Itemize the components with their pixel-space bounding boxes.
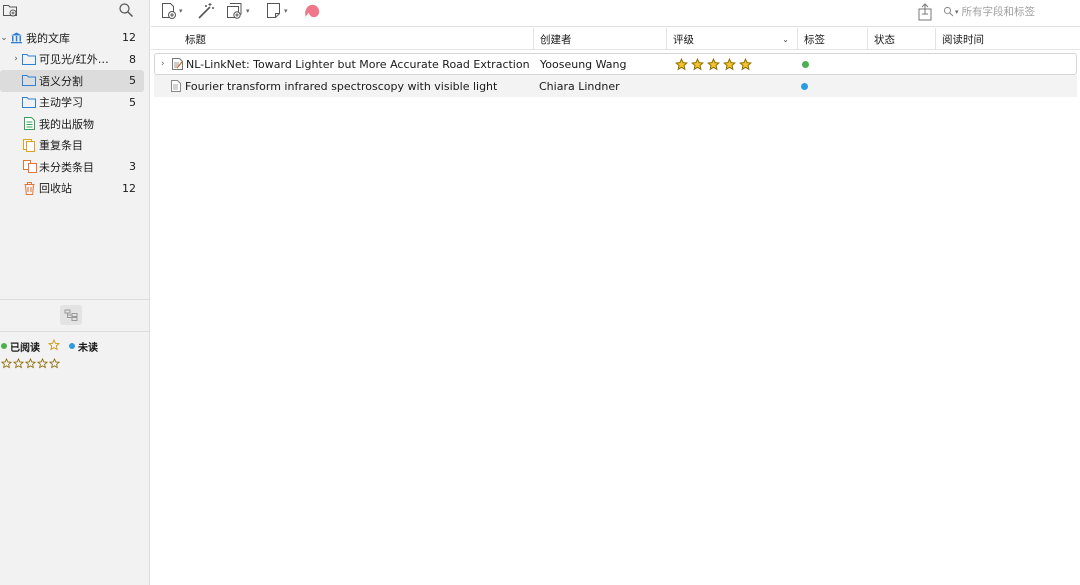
items-list: › NL-LinkNet: Toward Lighter but More Ac… (151, 53, 1080, 97)
tag-color-dot (1, 343, 7, 349)
tree-item-count: 12 (122, 181, 136, 195)
add-by-identifier-button[interactable] (197, 2, 215, 20)
trash-icon (24, 181, 35, 198)
column-header-title[interactable]: 标题 (179, 28, 534, 50)
column-header-creator[interactable]: 创建者 (534, 28, 667, 50)
chevron-down-icon: ▾ (179, 7, 183, 15)
tree-item-count: 5 (129, 95, 136, 109)
tree-item-label: 主动学习 (39, 96, 83, 110)
chevron-down-icon: ⌄ (782, 34, 789, 44)
item-creator: Chiara Lindner (539, 79, 620, 93)
item-title: Fourier transform infrared spectroscopy … (185, 79, 498, 93)
star-icon[interactable] (49, 358, 60, 369)
items-toolbar: ▾ ▾ ▾ ▾ (151, 0, 1080, 27)
tree-item-unfiled[interactable]: 未分类条目 3 (0, 156, 150, 178)
column-header-rating[interactable]: 评级 ⌄ (667, 28, 798, 50)
publications-icon (24, 117, 35, 133)
tree-item-visible-infrared[interactable]: › 可见光/红外融... 8 (0, 49, 150, 71)
chevron-right-icon[interactable]: › (12, 54, 20, 64)
document-icon (171, 75, 181, 97)
tree-item-label: 可见光/红外融... (39, 53, 119, 67)
item-title: NL-LinkNet: Toward Lighter but More Accu… (186, 57, 531, 71)
chevron-down-icon[interactable]: ⌄ (0, 33, 8, 43)
tag-selector-splitter (0, 299, 150, 332)
star-icon[interactable] (47, 338, 61, 354)
zotero-window: ⌄ 我的文库 12 › 可见光/红外融... 8 语义分割 5 主动学习 5 我… (0, 0, 1080, 585)
tree-item-label: 我的出版物 (39, 117, 94, 131)
tree-item-my-library[interactable]: ⌄ 我的文库 12 (0, 27, 150, 49)
new-item-button[interactable]: ▾ (161, 2, 183, 20)
tree-item-label: 未分类条目 (39, 160, 94, 174)
new-collection-icon[interactable] (2, 2, 18, 21)
chevron-down-icon: ▾ (284, 7, 288, 15)
column-header-label: 评级 (673, 33, 694, 46)
tag-unread[interactable]: 未读 (78, 339, 98, 354)
column-header-label: 阅读时间 (942, 33, 984, 46)
collections-sidebar: ⌄ 我的文库 12 › 可见光/红外融... 8 语义分割 5 主动学习 5 我… (0, 0, 150, 585)
star-icon[interactable] (37, 358, 48, 369)
tree-item-active-learning[interactable]: 主动学习 5 (0, 92, 150, 114)
tree-item-label: 回收站 (39, 182, 72, 196)
tag-selector: 已阅读 未读 (0, 338, 150, 369)
star-icon[interactable] (13, 358, 24, 369)
item-tag-dot (801, 75, 808, 97)
column-header-read-time[interactable]: 阅读时间 (936, 28, 1080, 50)
star-icon[interactable] (707, 57, 720, 71)
sidebar-toolbar (0, 0, 149, 26)
folder-icon (22, 96, 36, 111)
tree-item-count: 5 (129, 74, 136, 88)
sync-icon[interactable] (916, 2, 934, 22)
new-attachment-button[interactable]: ▾ (226, 2, 250, 20)
chevron-down-icon[interactable]: ▾ (955, 8, 959, 16)
column-header-label: 状态 (874, 33, 895, 46)
library-icon (10, 31, 23, 47)
star-icon[interactable] (675, 57, 688, 71)
duplicates-icon (23, 138, 36, 155)
tag-color-dot (69, 343, 75, 349)
folder-icon (22, 74, 36, 89)
star-icon[interactable] (1, 358, 12, 369)
tree-item-my-publications[interactable]: 我的出版物 (0, 113, 150, 135)
tree-item-count: 8 (129, 52, 136, 66)
star-icon[interactable] (723, 57, 736, 71)
search-box[interactable]: ▾ (939, 1, 1077, 22)
column-header-tags[interactable]: 标签 (798, 28, 868, 50)
table-row[interactable]: Fourier transform infrared spectroscopy … (154, 75, 1077, 97)
toggle-tag-pane-button[interactable] (60, 305, 82, 325)
rating-tag-stars[interactable] (0, 358, 150, 369)
star-icon[interactable] (739, 57, 752, 71)
column-header-label: 标题 (185, 33, 206, 46)
tag-read[interactable]: 已阅读 (10, 339, 40, 354)
tree-item-semantic-segmentation[interactable]: 语义分割 5 (0, 70, 144, 92)
chevron-right-icon[interactable]: › (161, 54, 165, 74)
tree-item-label: 语义分割 (39, 74, 83, 88)
items-table-header: 标题 创建者 评级 ⌄ 标签 状态 阅读时间 (151, 28, 1080, 50)
new-note-button[interactable]: ▾ (266, 2, 288, 20)
chevron-down-icon: ▾ (246, 7, 250, 15)
star-icon[interactable] (25, 358, 36, 369)
column-header-status[interactable]: 状态 (868, 28, 936, 50)
tree-item-count: 3 (129, 160, 136, 174)
tree-item-trash[interactable]: 回收站 12 (0, 178, 150, 200)
tree-item-duplicates[interactable]: 重复条目 (0, 135, 150, 157)
collection-tree: ⌄ 我的文库 12 › 可见光/红外融... 8 语义分割 5 主动学习 5 我… (0, 27, 150, 199)
star-icon[interactable] (691, 57, 704, 71)
item-tag-dot (802, 54, 809, 74)
search-icon (943, 6, 954, 17)
tree-item-label: 我的文库 (26, 31, 70, 45)
unfiled-icon (23, 160, 37, 176)
tree-item-count: 12 (122, 31, 136, 45)
column-header-label: 创建者 (540, 33, 572, 46)
search-icon[interactable] (118, 2, 134, 21)
column-header-label: 标签 (804, 33, 825, 46)
item-rating-stars[interactable] (675, 54, 752, 74)
annotation-icon[interactable] (303, 2, 321, 20)
search-input[interactable] (961, 5, 1058, 18)
folder-icon (22, 53, 36, 68)
table-row[interactable]: › NL-LinkNet: Toward Lighter but More Ac… (154, 53, 1077, 75)
tree-item-label: 重复条目 (39, 139, 83, 153)
journal-article-icon (172, 54, 183, 74)
item-creator: Yooseung Wang (540, 57, 627, 71)
